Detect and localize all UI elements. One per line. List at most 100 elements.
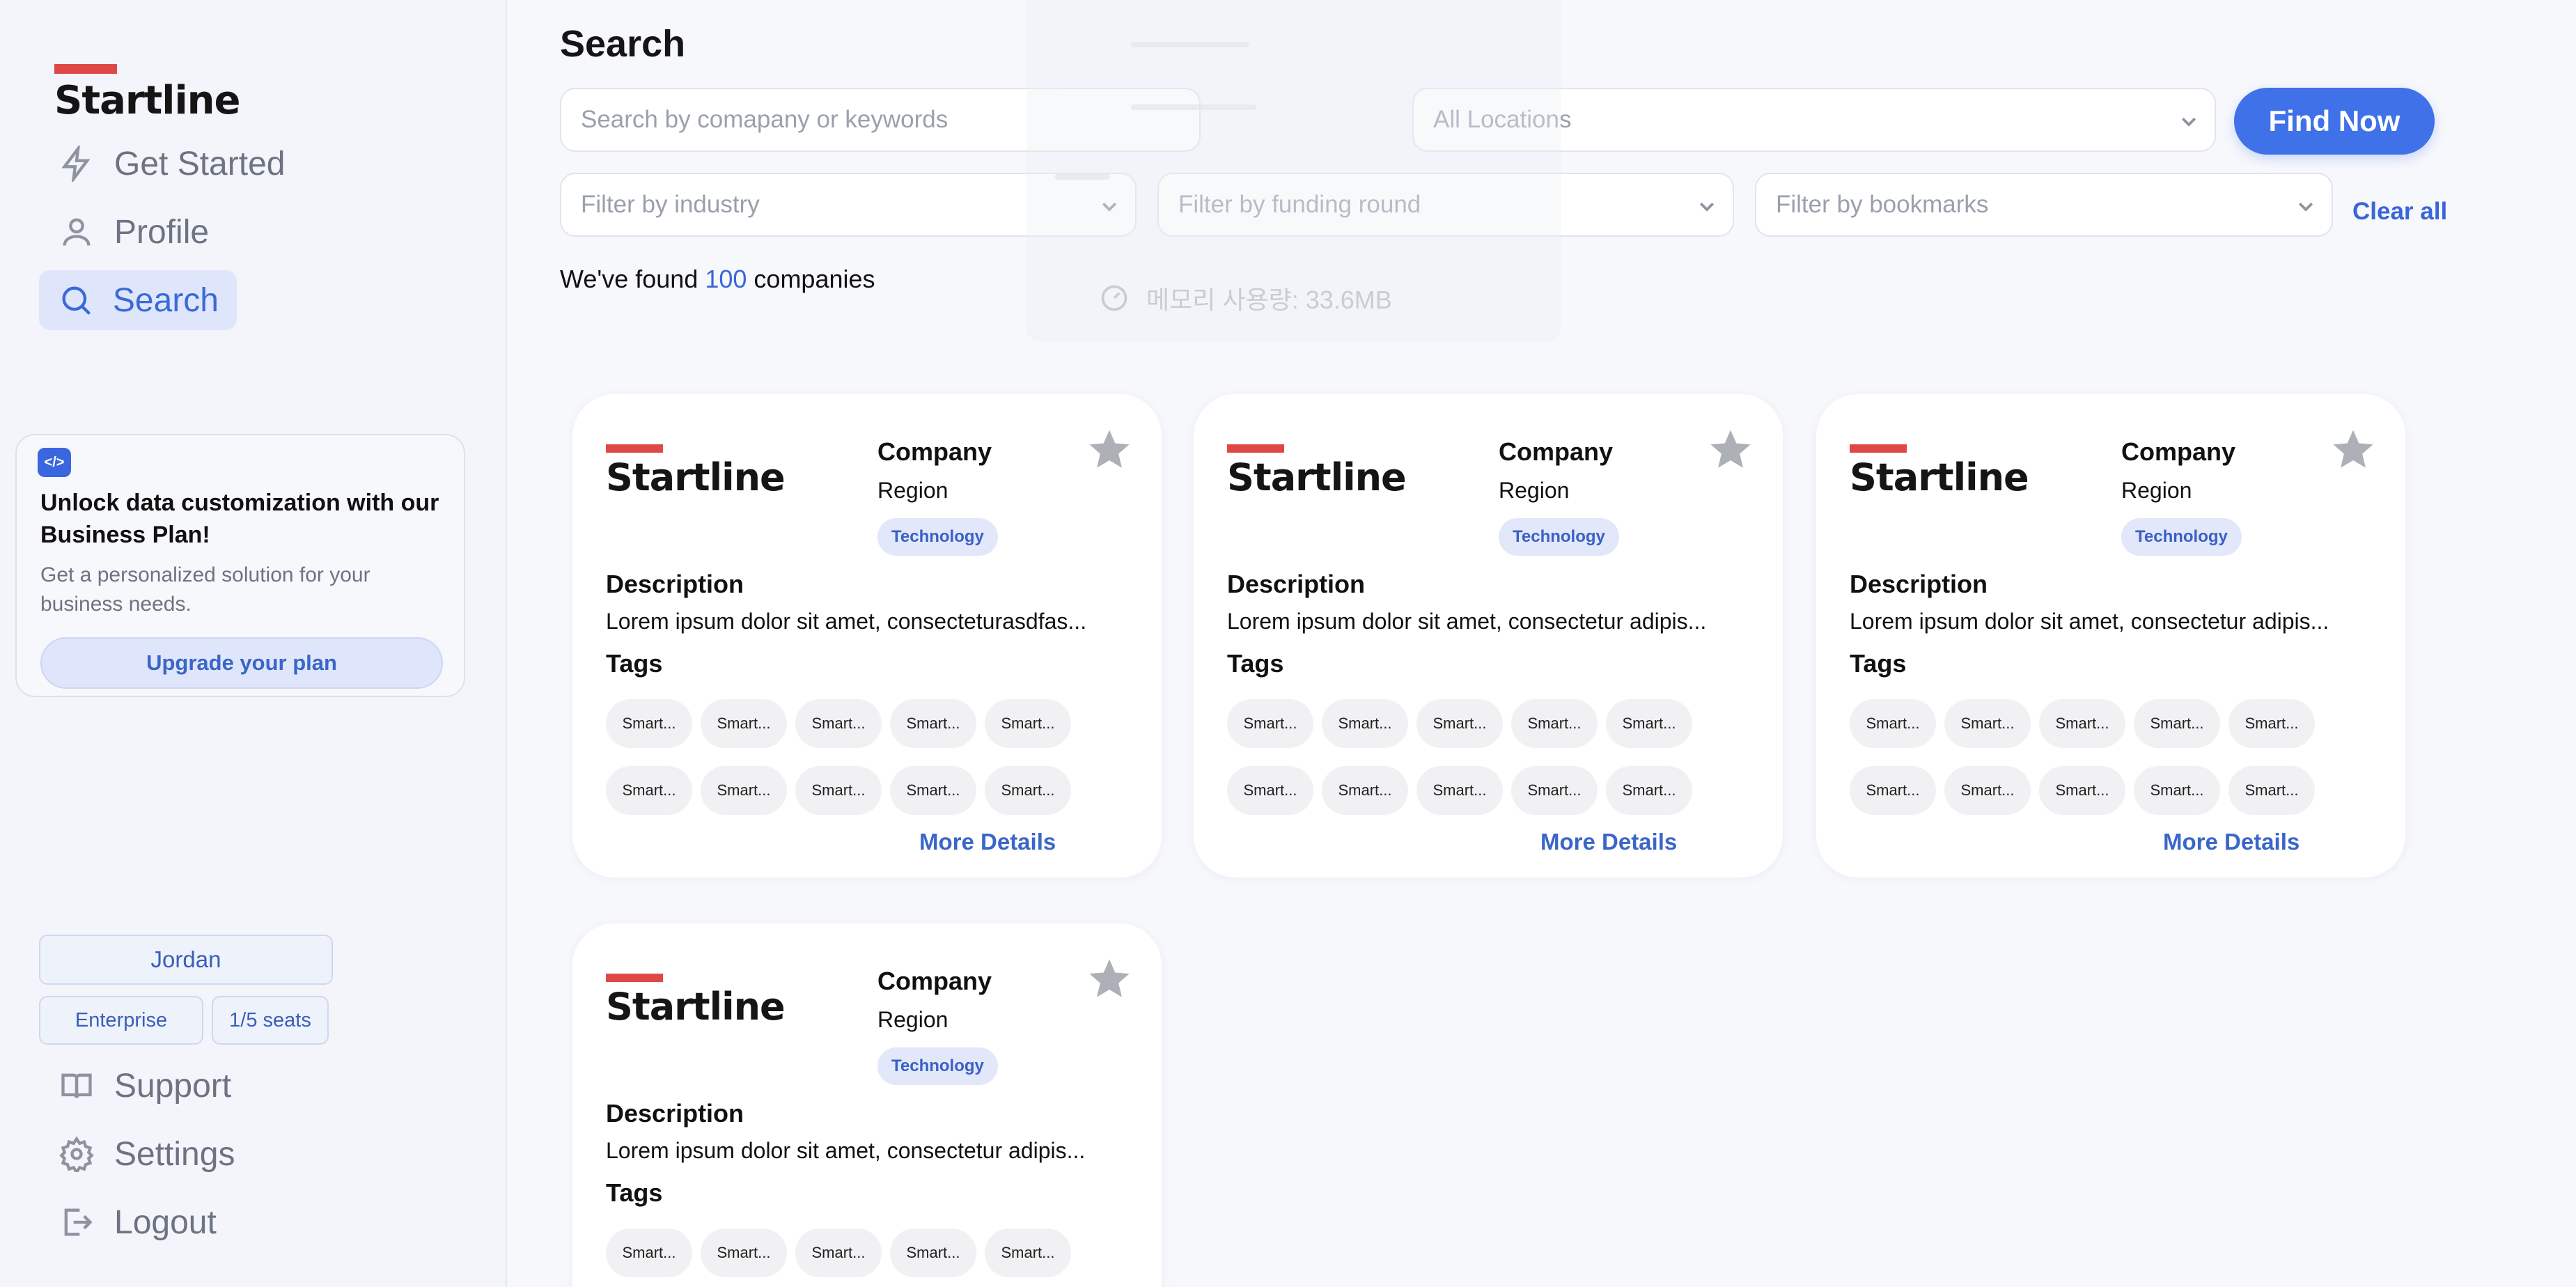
- seats-badge[interactable]: 1/5 seats: [212, 996, 329, 1045]
- sidebar-item-get-started[interactable]: Get Started: [39, 134, 318, 194]
- tag-chip[interactable]: Smart...: [2228, 766, 2315, 815]
- logo-accent-bar: [1227, 444, 1284, 453]
- tag-chip[interactable]: Smart...: [1227, 766, 1313, 815]
- tag-chip[interactable]: Smart...: [606, 1228, 692, 1277]
- tag-chip[interactable]: Smart...: [795, 766, 882, 815]
- company-region: Region: [877, 478, 949, 503]
- company-logo: Startline: [606, 444, 786, 497]
- app-logo[interactable]: Startline: [54, 64, 241, 123]
- logout-icon: [57, 1203, 96, 1242]
- company-name: Company: [1499, 437, 1614, 466]
- tag-chip[interactable]: Smart...: [701, 766, 787, 815]
- tag-chip[interactable]: Smart...: [1416, 766, 1503, 815]
- tag-chip[interactable]: Smart...: [795, 1228, 882, 1277]
- company-description: Lorem ipsum dolor sit amet, consectetur …: [1850, 609, 2329, 634]
- company-card[interactable]: Startline Company Region Technology Desc…: [1816, 394, 2405, 878]
- sidebar-item-settings[interactable]: Settings: [39, 1124, 318, 1184]
- ghost-line: [1054, 174, 1110, 180]
- tag-chip[interactable]: Smart...: [985, 1228, 1071, 1277]
- sidebar-item-profile[interactable]: Profile: [39, 202, 318, 262]
- tag-chip[interactable]: Smart...: [606, 766, 692, 815]
- tag-chip[interactable]: Smart...: [2134, 766, 2220, 815]
- bookmark-star-icon[interactable]: [2330, 426, 2376, 472]
- upgrade-promo-card: </> Unlock data customization with our B…: [15, 434, 465, 697]
- tag-row: Smart... Smart... Smart... Smart... Smart...: [606, 766, 1071, 815]
- sidebar-item-label: Get Started: [114, 145, 286, 182]
- company-logo-text: Startline: [1850, 455, 2029, 499]
- tag-chip[interactable]: Smart...: [985, 699, 1071, 748]
- description-label: Description: [1227, 570, 1366, 598]
- chevron-down-icon: [2178, 110, 2199, 131]
- description-label: Description: [606, 570, 744, 598]
- tag-chip[interactable]: Smart...: [1511, 766, 1598, 815]
- company-region: Region: [877, 1007, 949, 1032]
- logo-text: Startline: [54, 78, 241, 123]
- tag-chip[interactable]: Smart...: [1322, 699, 1408, 748]
- more-details-link[interactable]: More Details: [2163, 829, 2300, 855]
- tags-label: Tags: [606, 649, 663, 678]
- more-details-link[interactable]: More Details: [919, 829, 1056, 855]
- logo-accent-bar: [606, 444, 663, 453]
- tag-chip[interactable]: Smart...: [1606, 766, 1692, 815]
- sidebar-item-label: Support: [114, 1067, 232, 1105]
- results-suffix: companies: [747, 265, 875, 293]
- find-now-button[interactable]: Find Now: [2234, 88, 2435, 155]
- company-name: Company: [877, 437, 992, 466]
- tag-chip[interactable]: Smart...: [795, 699, 882, 748]
- tag-chip[interactable]: Smart...: [2039, 699, 2125, 748]
- company-card[interactable]: Startline Company Region Technology Desc…: [572, 923, 1162, 1287]
- company-logo-text: Startline: [1227, 455, 1407, 499]
- tag-chip[interactable]: Smart...: [2134, 699, 2220, 748]
- tag-chip[interactable]: Smart...: [701, 1228, 787, 1277]
- sidebar-item-search[interactable]: Search: [39, 270, 237, 330]
- tag-chip[interactable]: Smart...: [1944, 766, 2031, 815]
- bookmark-star-icon[interactable]: [1086, 426, 1132, 472]
- tag-chip[interactable]: Smart...: [1606, 699, 1692, 748]
- tag-chip[interactable]: Smart...: [1416, 699, 1503, 748]
- tags-label: Tags: [1227, 649, 1284, 678]
- logo-accent-bar: [54, 64, 117, 74]
- lightning-icon: [57, 144, 96, 183]
- tag-chip[interactable]: Smart...: [2039, 766, 2125, 815]
- bookmark-star-icon[interactable]: [1708, 426, 1754, 472]
- bookmarks-filter[interactable]: Filter by bookmarks: [1755, 173, 2333, 237]
- tag-row: Smart... Smart... Smart... Smart... Smart...: [1850, 766, 2315, 815]
- sidebar: Startline Get Started Profile Search </>…: [0, 0, 507, 1287]
- sidebar-item-logout[interactable]: Logout: [39, 1192, 318, 1252]
- logo-accent-bar: [1850, 444, 1907, 453]
- sidebar-nav: Get Started Profile Search: [39, 134, 318, 338]
- user-name-badge[interactable]: Jordan: [39, 935, 333, 985]
- upgrade-plan-button[interactable]: Upgrade your plan: [40, 637, 443, 689]
- plan-badge[interactable]: Enterprise: [39, 996, 203, 1045]
- tag-chip[interactable]: Smart...: [1850, 699, 1936, 748]
- more-details-link[interactable]: More Details: [1540, 829, 1677, 855]
- tag-chip[interactable]: Smart...: [2228, 699, 2315, 748]
- tag-chip[interactable]: Smart...: [890, 699, 976, 748]
- results-count: We've found 100 companies: [560, 265, 875, 294]
- company-card[interactable]: Startline Company Region Technology Desc…: [1194, 394, 1783, 878]
- tag-row: Smart... Smart... Smart... Smart... Smart...: [606, 1228, 1071, 1277]
- main-content: Search Search by comapany or keywords Al…: [507, 0, 2576, 1287]
- sidebar-item-support[interactable]: Support: [39, 1056, 318, 1116]
- tag-chip[interactable]: Smart...: [1850, 766, 1936, 815]
- industry-badge: Technology: [2121, 518, 2242, 556]
- logo-accent-bar: [606, 974, 663, 982]
- tag-chip[interactable]: Smart...: [1322, 766, 1408, 815]
- promo-title: Unlock data customization with our Busin…: [40, 490, 439, 548]
- tag-chip[interactable]: Smart...: [890, 1228, 976, 1277]
- tag-chip[interactable]: Smart...: [1511, 699, 1598, 748]
- company-description: Lorem ipsum dolor sit amet, consectetura…: [606, 609, 1087, 634]
- sidebar-item-label: Profile: [114, 213, 210, 251]
- tag-chip[interactable]: Smart...: [606, 699, 692, 748]
- tag-chip[interactable]: Smart...: [890, 766, 976, 815]
- memory-usage-text: 메모리 사용량: 33.6MB: [1146, 286, 1392, 314]
- tag-chip[interactable]: Smart...: [985, 766, 1071, 815]
- tag-chip[interactable]: Smart...: [701, 699, 787, 748]
- clear-all-link[interactable]: Clear all: [2352, 198, 2447, 226]
- bookmark-star-icon[interactable]: [1086, 956, 1132, 1001]
- company-card[interactable]: Startline Company Region Technology Desc…: [572, 394, 1162, 878]
- tag-chip[interactable]: Smart...: [1944, 699, 2031, 748]
- tag-chip[interactable]: Smart...: [1227, 699, 1313, 748]
- tag-row: Smart... Smart... Smart... Smart... Smart...: [1227, 766, 1692, 815]
- tag-row: Smart... Smart... Smart... Smart... Smart...: [606, 699, 1071, 748]
